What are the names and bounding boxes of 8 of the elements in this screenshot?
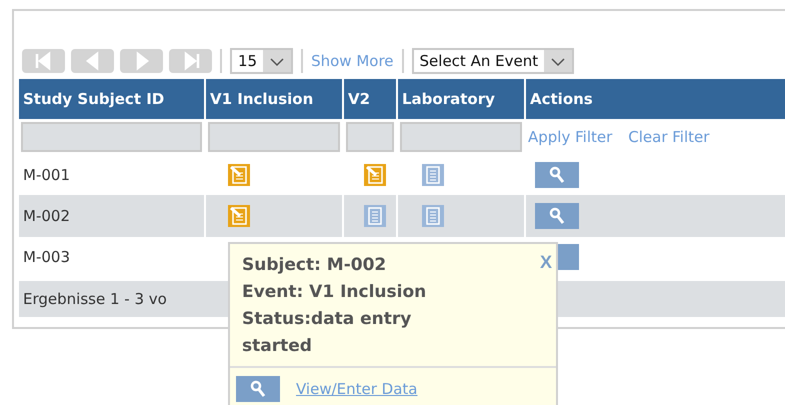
column-header: Study Subject ID bbox=[19, 79, 204, 119]
column-header: Actions bbox=[526, 79, 785, 119]
tooltip-text: Subject: M-002 Event: V1 Inclusion Status:data entry started bbox=[241, 254, 428, 358]
column-header: V2 bbox=[344, 79, 396, 119]
table-cell: M-002 bbox=[19, 195, 204, 237]
column-header: V1 Inclusion bbox=[206, 79, 342, 119]
results-text: Ergebnisse 1 - 3 vo bbox=[23, 290, 167, 308]
column-header: Laboratory bbox=[398, 79, 524, 119]
